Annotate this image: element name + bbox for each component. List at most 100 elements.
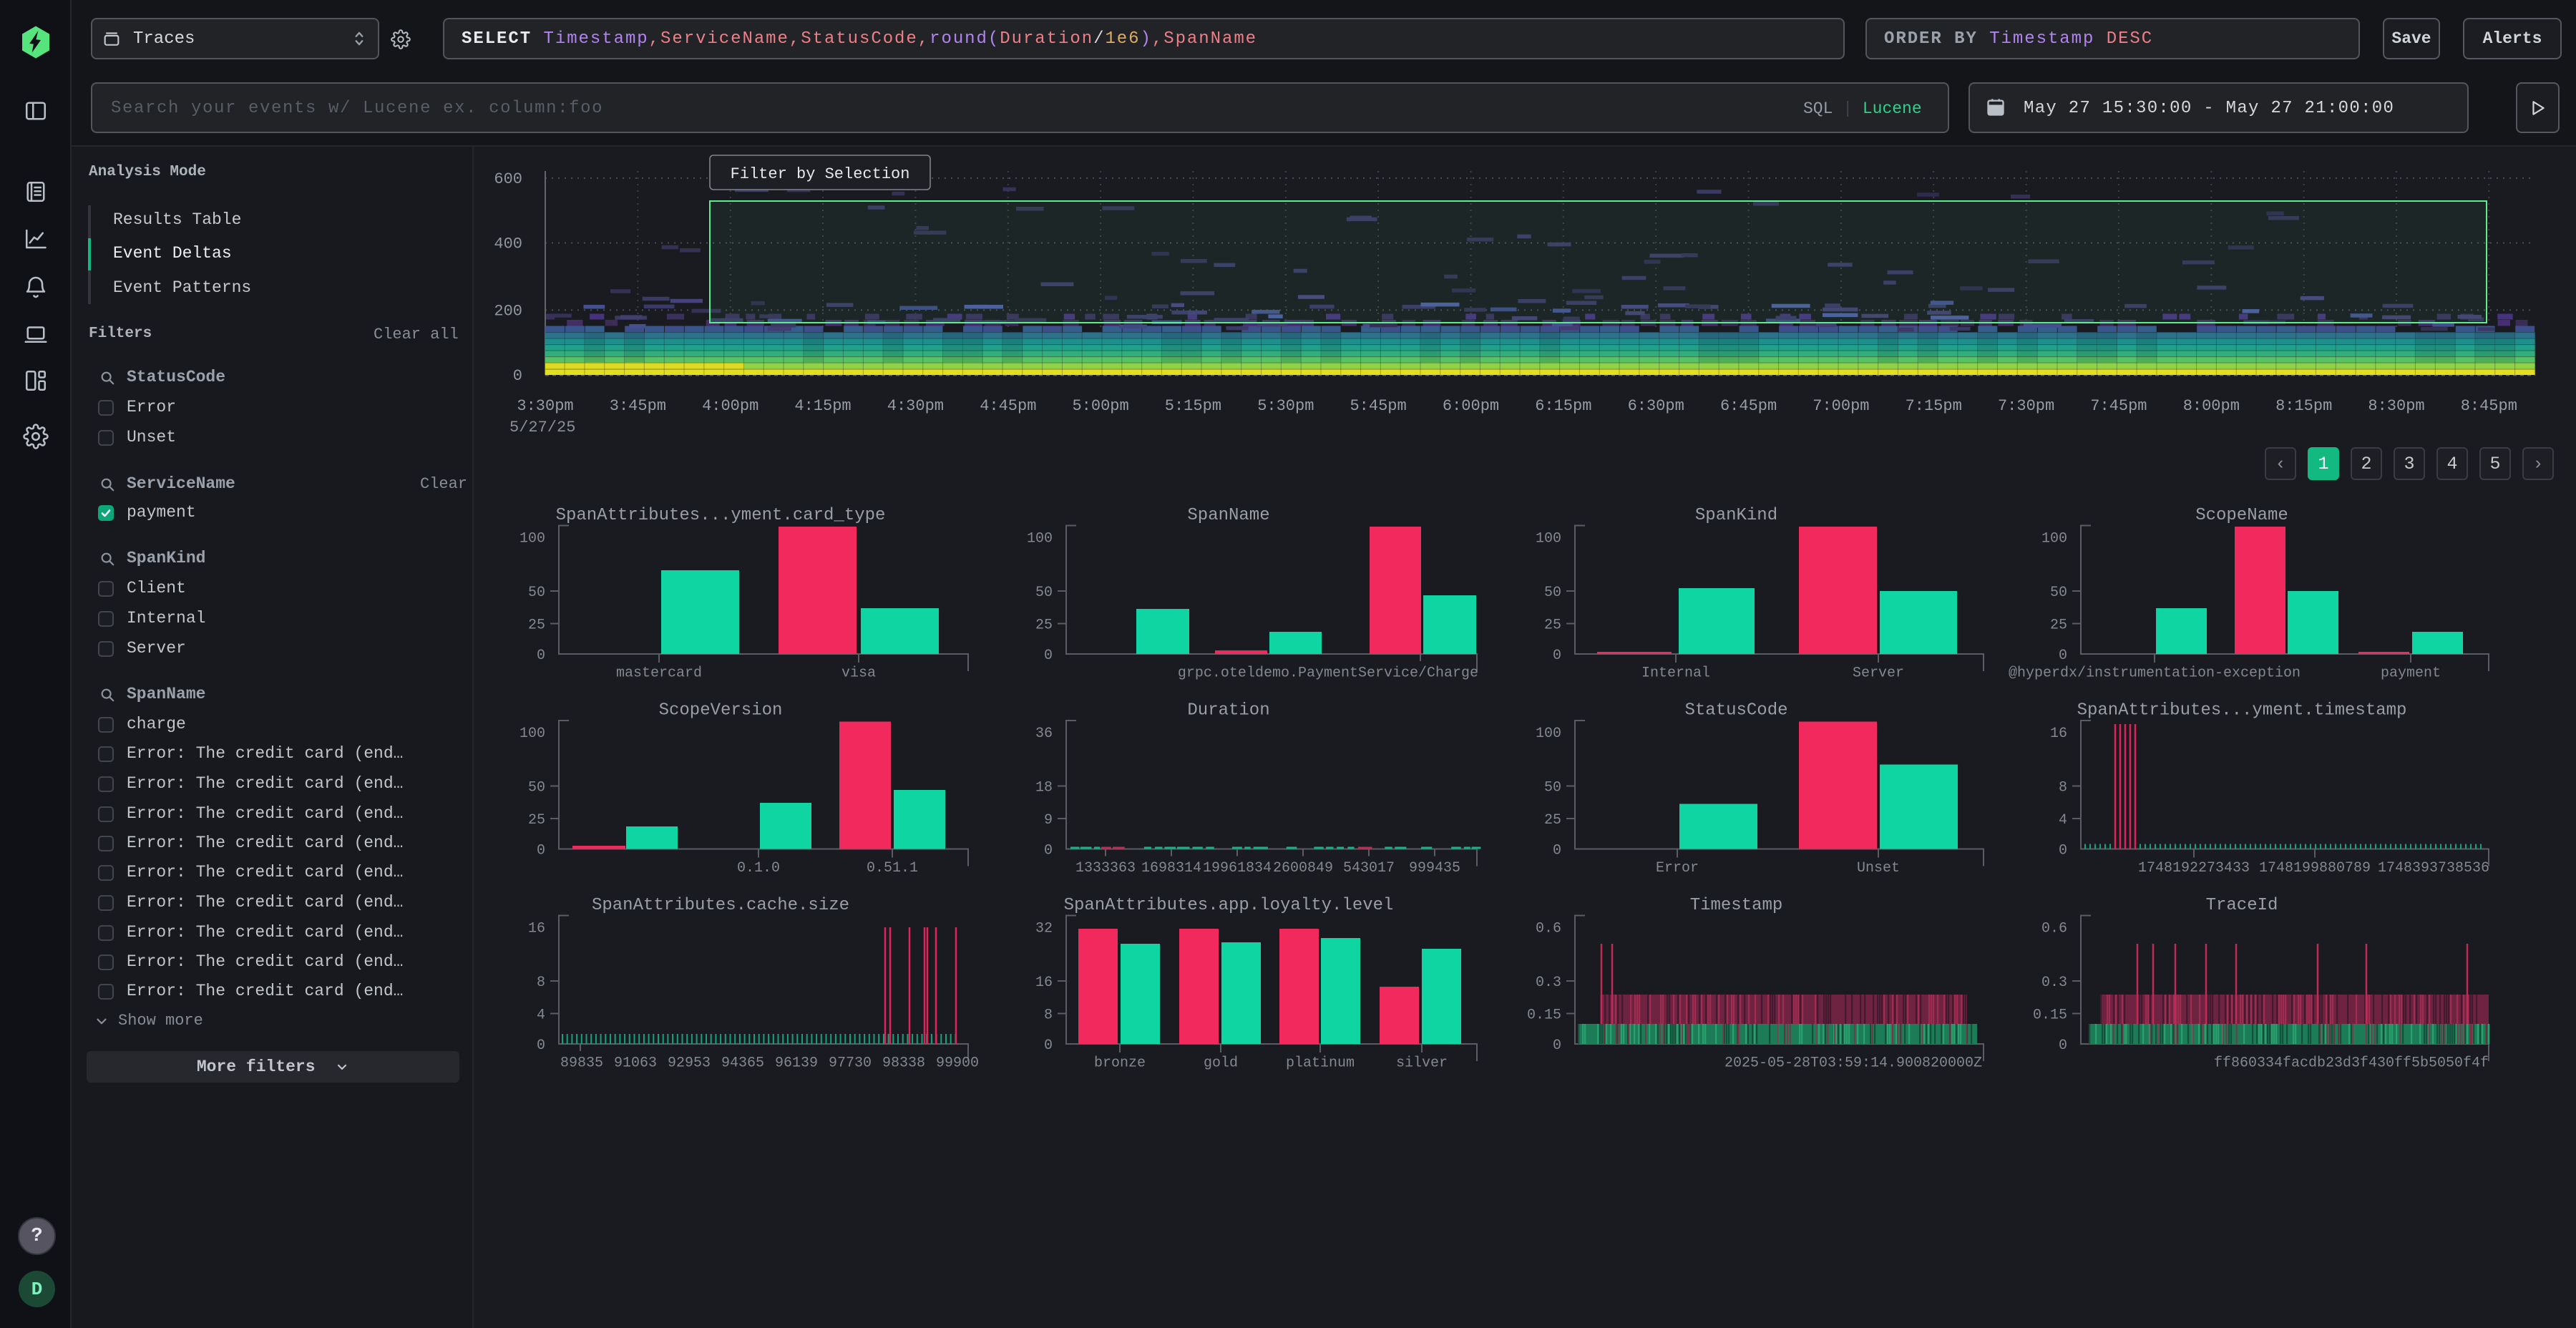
svg-text:7:30pm: 7:30pm [1998, 397, 2054, 415]
svg-text:grpc.oteldemo.PaymentService/C: grpc.oteldemo.PaymentService/Charge [1178, 665, 1478, 682]
svg-text:2600849: 2600849 [1273, 860, 1333, 877]
svg-text:Filter by Selection: Filter by Selection [731, 165, 910, 183]
svg-text:32: 32 [1035, 921, 1053, 937]
svg-text:mastercard: mastercard [616, 665, 702, 682]
svg-text:0: 0 [1553, 648, 1561, 664]
svg-text:StatusCode: StatusCode [1684, 701, 1787, 721]
svg-text:5/27/25: 5/27/25 [509, 419, 575, 436]
svg-text:16: 16 [1035, 975, 1053, 991]
svg-text:TraceId: TraceId [2206, 896, 2278, 915]
svg-text:4:45pm: 4:45pm [980, 397, 1036, 415]
svg-text:0.6: 0.6 [1536, 921, 1561, 937]
svg-text:0.51.1: 0.51.1 [867, 860, 918, 877]
svg-text:50: 50 [528, 585, 545, 601]
svg-text:25: 25 [1544, 617, 1561, 634]
svg-text:6:30pm: 6:30pm [1628, 397, 1684, 415]
svg-text:8:30pm: 8:30pm [2368, 397, 2424, 415]
svg-text:400: 400 [494, 235, 522, 253]
svg-text:bronze: bronze [1094, 1055, 1146, 1072]
svg-text:0: 0 [1553, 843, 1561, 859]
svg-text:7:00pm: 7:00pm [1813, 397, 1869, 415]
svg-text:0.3: 0.3 [2041, 975, 2067, 991]
svg-text:SpanAttributes...yment.timesta: SpanAttributes...yment.timestamp [2077, 701, 2407, 721]
svg-text:97730: 97730 [829, 1055, 872, 1072]
svg-text:SpanAttributes.app.loyalty.lev: SpanAttributes.app.loyalty.level [1064, 896, 1394, 915]
svg-text:16: 16 [2050, 726, 2067, 742]
svg-text:ff860334facdb23d3f430ff5b5050f: ff860334facdb23d3f430ff5b5050f4f [2214, 1055, 2489, 1072]
svg-text:92953: 92953 [668, 1055, 711, 1072]
svg-text:2025-05-28T03:59:14.900820000Z: 2025-05-28T03:59:14.900820000Z [1724, 1055, 1982, 1072]
svg-text:4:30pm: 4:30pm [887, 397, 944, 415]
svg-text:0: 0 [1553, 1038, 1561, 1054]
svg-text:Server: Server [1853, 665, 1904, 682]
svg-text:Timestamp: Timestamp [1690, 896, 1783, 915]
svg-text:100: 100 [2041, 531, 2067, 547]
svg-text:25: 25 [1544, 812, 1561, 829]
svg-text:0.15: 0.15 [2033, 1007, 2067, 1024]
svg-text:4:00pm: 4:00pm [702, 397, 758, 415]
svg-text:0: 0 [2059, 843, 2067, 859]
svg-text:gold: gold [1204, 1055, 1238, 1072]
svg-text:91063: 91063 [614, 1055, 657, 1072]
svg-text:9: 9 [1044, 812, 1053, 829]
svg-text:25: 25 [2050, 617, 2067, 634]
svg-text:SpanKind: SpanKind [1695, 506, 1777, 525]
svg-text:3:30pm: 3:30pm [517, 397, 573, 415]
svg-text:1748199880789: 1748199880789 [2259, 860, 2371, 877]
svg-text:4: 4 [2059, 812, 2067, 829]
svg-text:silver: silver [1396, 1055, 1448, 1072]
svg-text:25: 25 [528, 812, 545, 829]
svg-text:7:15pm: 7:15pm [1906, 397, 1962, 415]
svg-text:8: 8 [537, 975, 545, 991]
svg-text:18: 18 [1035, 780, 1053, 796]
svg-text:1333363: 1333363 [1075, 860, 1136, 877]
svg-text:0.1.0: 0.1.0 [737, 860, 780, 877]
svg-text:6:00pm: 6:00pm [1443, 397, 1499, 415]
svg-text:600: 600 [494, 170, 522, 188]
svg-text:100: 100 [519, 726, 545, 742]
svg-text:50: 50 [2050, 585, 2067, 601]
svg-text:36: 36 [1035, 726, 1053, 742]
svg-text:50: 50 [1544, 780, 1561, 796]
svg-text:ScopeVersion: ScopeVersion [659, 701, 783, 721]
svg-text:0: 0 [2059, 648, 2067, 664]
svg-text:visa: visa [841, 665, 876, 682]
svg-text:100: 100 [1027, 531, 1053, 547]
svg-text:0: 0 [537, 648, 545, 664]
svg-text:0: 0 [537, 1038, 545, 1054]
svg-text:4:15pm: 4:15pm [794, 397, 851, 415]
svg-text:100: 100 [1536, 726, 1561, 742]
svg-text:SpanAttributes...yment.card_ty: SpanAttributes...yment.card_type [556, 506, 886, 525]
svg-text:1748393738536: 1748393738536 [2378, 860, 2489, 877]
svg-text:5:45pm: 5:45pm [1350, 397, 1406, 415]
svg-text:100: 100 [519, 531, 545, 547]
svg-text:8:00pm: 8:00pm [2183, 397, 2240, 415]
svg-text:6:45pm: 6:45pm [1720, 397, 1777, 415]
svg-text:543017: 543017 [1343, 860, 1395, 877]
svg-text:50: 50 [1035, 585, 1053, 601]
svg-text:ScopeName: ScopeName [2195, 506, 2288, 525]
svg-text:Internal: Internal [1641, 665, 1710, 682]
svg-text:8: 8 [2059, 780, 2067, 796]
svg-text:@hyperdx/instrumentation-excep: @hyperdx/instrumentation-exception [2009, 665, 2301, 682]
svg-text:Duration: Duration [1187, 701, 1269, 721]
svg-text:0: 0 [537, 843, 545, 859]
svg-text:0.6: 0.6 [2041, 921, 2067, 937]
svg-text:89835: 89835 [560, 1055, 603, 1072]
svg-text:payment: payment [2381, 665, 2441, 682]
svg-text:0: 0 [1044, 1038, 1053, 1054]
svg-text:25: 25 [1035, 617, 1053, 634]
svg-text:1698314: 1698314 [1141, 860, 1201, 877]
svg-text:Unset: Unset [1857, 860, 1900, 877]
svg-text:50: 50 [1544, 585, 1561, 601]
svg-text:5:30pm: 5:30pm [1257, 397, 1314, 415]
svg-text:SpanName: SpanName [1187, 506, 1269, 525]
svg-text:7:45pm: 7:45pm [2090, 397, 2147, 415]
svg-text:0: 0 [1044, 648, 1053, 664]
svg-text:8:45pm: 8:45pm [2461, 397, 2517, 415]
svg-text:0: 0 [2059, 1038, 2067, 1054]
svg-text:Error: Error [1656, 860, 1699, 877]
svg-text:5:00pm: 5:00pm [1072, 397, 1128, 415]
svg-text:8:15pm: 8:15pm [2275, 397, 2332, 415]
svg-text:16: 16 [528, 921, 545, 937]
